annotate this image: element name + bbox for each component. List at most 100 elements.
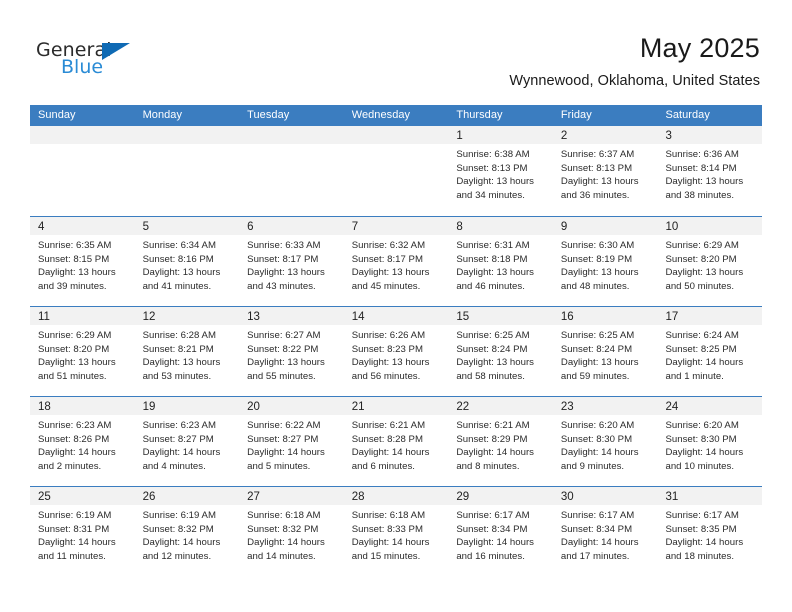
day-number-band: 6 xyxy=(239,217,344,235)
day-detail-line: Sunset: 8:28 PM xyxy=(351,433,423,445)
brand-logo[interactable]: General Blue xyxy=(36,40,156,82)
calendar-day-cell[interactable]: 3 Sunrise: 6:36 AM Sunset: 8:14 PM Daylight… xyxy=(657,126,763,216)
day-detail-line: Sunrise: 6:23 AM xyxy=(38,420,112,431)
day-number-band: 21 xyxy=(343,397,449,415)
day-number-band: 25 xyxy=(30,487,135,505)
day-detail-line: Sunset: 8:17 PM xyxy=(351,253,423,265)
day-detail-line: Sunrise: 6:19 AM xyxy=(142,510,216,521)
calendar-day-cell[interactable]: 9 Sunrise: 6:30 AM Sunset: 8:19 PM Daylight… xyxy=(552,217,658,306)
day-details: Sunrise: 6:17 AM Sunset: 8:34 PM Daylight:… xyxy=(553,505,658,563)
day-detail-line: and 56 minutes. xyxy=(351,370,421,382)
calendar-day-cell[interactable]: 18 Sunrise: 6:23 AM Sunset: 8:26 PM Dayligh… xyxy=(30,397,135,486)
weekday-header-wednesday: Wednesday xyxy=(351,109,411,121)
calendar-day-cell-empty xyxy=(239,126,344,216)
brand-logo-triangle-icon xyxy=(102,43,130,60)
calendar-day-cell[interactable]: 29 Sunrise: 6:17 AM Sunset: 8:34 PM Dayligh… xyxy=(448,487,553,576)
day-number-band: 9 xyxy=(552,217,658,235)
day-details: Sunrise: 6:32 AM Sunset: 8:17 PM Daylight:… xyxy=(344,235,449,293)
calendar-week-row: 1 Sunrise: 6:38 AM Sunset: 8:13 PM Daylight… xyxy=(30,126,763,216)
calendar-day-cell[interactable]: 28 Sunrise: 6:18 AM Sunset: 8:33 PM Dayligh… xyxy=(343,487,449,576)
brand-logo-blue-text: Blue xyxy=(61,56,104,78)
day-details: Sunrise: 6:31 AM Sunset: 8:18 PM Daylight:… xyxy=(448,235,553,293)
day-number-band: 10 xyxy=(657,217,763,235)
calendar-day-cell[interactable]: 6 Sunrise: 6:33 AM Sunset: 8:17 PM Daylight… xyxy=(239,217,344,306)
day-details: Sunrise: 6:27 AM Sunset: 8:22 PM Daylight:… xyxy=(239,325,344,383)
calendar-day-cell[interactable]: 26 Sunrise: 6:19 AM Sunset: 8:32 PM Dayligh… xyxy=(134,487,240,576)
calendar-day-cell[interactable]: 25 Sunrise: 6:19 AM Sunset: 8:31 PM Dayligh… xyxy=(30,487,135,576)
calendar-day-cell-empty xyxy=(134,126,240,216)
calendar-day-cell[interactable]: 17 Sunrise: 6:24 AM Sunset: 8:25 PM Dayligh… xyxy=(657,307,763,396)
day-detail-line: Sunrise: 6:18 AM xyxy=(247,510,321,521)
day-number: 19 xyxy=(142,401,156,413)
calendar-day-cell[interactable]: 12 Sunrise: 6:28 AM Sunset: 8:21 PM Dayligh… xyxy=(134,307,240,396)
day-detail-line: Daylight: 14 hours xyxy=(247,447,325,459)
day-number-band: 15 xyxy=(448,307,553,325)
page-subtitle: Wynnewood, Oklahoma, United States xyxy=(509,73,760,89)
calendar-day-cell[interactable]: 19 Sunrise: 6:23 AM Sunset: 8:27 PM Dayligh… xyxy=(134,397,240,486)
day-detail-line: Daylight: 13 hours xyxy=(560,357,639,369)
calendar-day-cell[interactable]: 10 Sunrise: 6:29 AM Sunset: 8:20 PM Dayligh… xyxy=(657,217,763,306)
day-detail-line: Daylight: 13 hours xyxy=(456,357,534,369)
day-detail-line: Sunrise: 6:21 AM xyxy=(351,420,426,431)
day-detail-line: Daylight: 14 hours xyxy=(351,537,430,549)
calendar-day-cell[interactable]: 5 Sunrise: 6:34 AM Sunset: 8:16 PM Daylight… xyxy=(134,217,240,306)
day-detail-line: and 6 minutes. xyxy=(351,460,415,472)
day-details: Sunrise: 6:23 AM Sunset: 8:27 PM Daylight:… xyxy=(135,415,240,473)
calendar-day-cell[interactable]: 8 Sunrise: 6:31 AM Sunset: 8:18 PM Daylight… xyxy=(448,217,553,306)
calendar-day-cell[interactable]: 27 Sunrise: 6:18 AM Sunset: 8:32 PM Dayligh… xyxy=(239,487,344,576)
calendar-day-cell[interactable]: 2 Sunrise: 6:37 AM Sunset: 8:13 PM Daylight… xyxy=(552,126,658,216)
day-detail-line: Daylight: 14 hours xyxy=(560,447,639,459)
calendar-day-cell[interactable]: 21 Sunrise: 6:21 AM Sunset: 8:28 PM Dayligh… xyxy=(343,397,449,486)
day-detail-line: Sunrise: 6:33 AM xyxy=(247,240,321,251)
day-detail-line: Sunset: 8:34 PM xyxy=(456,523,528,535)
day-detail-line: Sunset: 8:14 PM xyxy=(665,162,737,174)
day-number-band: 16 xyxy=(552,307,658,325)
day-number-band: 8 xyxy=(448,217,553,235)
calendar-day-cell[interactable]: 16 Sunrise: 6:25 AM Sunset: 8:24 PM Dayligh… xyxy=(552,307,658,396)
calendar-day-cell[interactable]: 11 Sunrise: 6:29 AM Sunset: 8:20 PM Dayligh… xyxy=(30,307,135,396)
day-detail-line: Sunrise: 6:25 AM xyxy=(456,330,530,341)
calendar-day-cell[interactable]: 1 Sunrise: 6:38 AM Sunset: 8:13 PM Daylight… xyxy=(448,126,553,216)
day-detail-line: Sunset: 8:30 PM xyxy=(560,433,633,445)
day-detail-line: and 8 minutes. xyxy=(456,460,520,472)
day-details: Sunrise: 6:34 AM Sunset: 8:16 PM Daylight:… xyxy=(135,235,240,293)
day-number: 4 xyxy=(38,221,45,233)
day-number: 22 xyxy=(456,401,470,413)
day-detail-line: and 17 minutes. xyxy=(560,550,630,562)
day-detail-line: Sunset: 8:22 PM xyxy=(247,343,319,355)
calendar-day-cell[interactable]: 23 Sunrise: 6:20 AM Sunset: 8:30 PM Dayligh… xyxy=(552,397,658,486)
calendar-day-cell[interactable]: 24 Sunrise: 6:20 AM Sunset: 8:30 PM Dayligh… xyxy=(657,397,763,486)
calendar-day-cell[interactable]: 13 Sunrise: 6:27 AM Sunset: 8:22 PM Dayligh… xyxy=(239,307,344,396)
day-detail-line: and 50 minutes. xyxy=(665,280,735,292)
calendar-day-cell[interactable]: 20 Sunrise: 6:22 AM Sunset: 8:27 PM Dayligh… xyxy=(239,397,344,486)
calendar-day-cell[interactable]: 31 Sunrise: 6:17 AM Sunset: 8:35 PM Dayligh… xyxy=(657,487,763,576)
day-number-band: 5 xyxy=(134,217,240,235)
day-detail-line: Sunset: 8:35 PM xyxy=(665,523,737,535)
calendar-day-cell[interactable]: 4 Sunrise: 6:35 AM Sunset: 8:15 PM Daylight… xyxy=(30,217,135,306)
calendar-week-row: 25 Sunrise: 6:19 AM Sunset: 8:31 PM Dayligh… xyxy=(30,486,763,576)
day-number: 12 xyxy=(142,311,156,323)
calendar-day-cell[interactable]: 30 Sunrise: 6:17 AM Sunset: 8:34 PM Dayligh… xyxy=(552,487,658,576)
day-number-band: 14 xyxy=(343,307,449,325)
day-details: Sunrise: 6:17 AM Sunset: 8:34 PM Daylight:… xyxy=(448,505,553,563)
day-detail-line: Daylight: 13 hours xyxy=(247,357,325,369)
day-number: 15 xyxy=(456,311,470,323)
day-detail-line: Daylight: 13 hours xyxy=(665,176,744,188)
day-number-band: 18 xyxy=(30,397,135,415)
day-detail-line: Sunrise: 6:37 AM xyxy=(560,149,635,160)
calendar-day-cell[interactable]: 15 Sunrise: 6:25 AM Sunset: 8:24 PM Dayligh… xyxy=(448,307,553,396)
day-number: 11 xyxy=(38,311,50,323)
day-number-band: 13 xyxy=(239,307,344,325)
calendar-grid: Sunday Monday Tuesday Wednesday Thursday Frid… xyxy=(30,105,763,576)
day-number: 29 xyxy=(456,491,470,503)
calendar-day-cell[interactable]: 7 Sunrise: 6:32 AM Sunset: 8:17 PM Daylight… xyxy=(343,217,449,306)
day-number: 10 xyxy=(665,221,679,233)
day-detail-line: and 38 minutes. xyxy=(665,189,735,201)
weekday-header-monday: Monday xyxy=(142,109,183,121)
day-number-band: 1 xyxy=(448,126,553,144)
day-number: 8 xyxy=(456,221,463,233)
day-number: 17 xyxy=(665,311,679,323)
calendar-day-cell[interactable]: 22 Sunrise: 6:21 AM Sunset: 8:29 PM Dayligh… xyxy=(448,397,553,486)
calendar-day-cell[interactable]: 14 Sunrise: 6:26 AM Sunset: 8:23 PM Dayligh… xyxy=(343,307,449,396)
day-number-band: 3 xyxy=(657,126,763,144)
